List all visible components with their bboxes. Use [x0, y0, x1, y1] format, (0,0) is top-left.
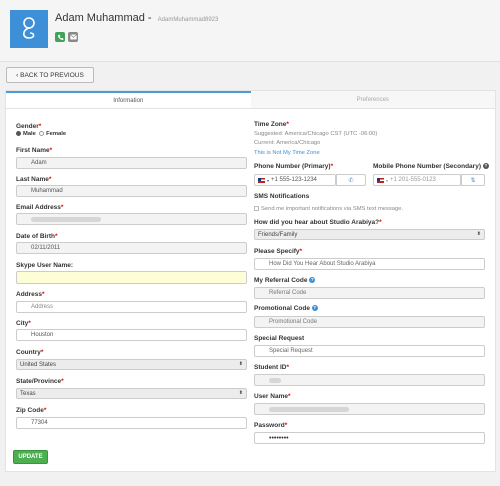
select-arrows-icon: ⬍ [238, 361, 243, 367]
zip-input[interactable]: 77304 [16, 417, 247, 429]
dob-input[interactable]: 02/11/2011 [16, 242, 247, 254]
country-select[interactable]: United States ⬍ [16, 359, 247, 370]
us-flag-icon [258, 177, 265, 183]
first-name-input[interactable]: Adam [16, 157, 247, 169]
country-label: Country* [16, 349, 44, 356]
tab-preferences[interactable]: Preferences [250, 91, 495, 108]
specify-label: Please Specify* [254, 248, 303, 255]
phone-call-button[interactable]: ✆ [336, 174, 366, 186]
phone-mobile-label: Mobile Phone Number (Secondary) ? [373, 163, 489, 170]
not-my-timezone-link[interactable]: This is Not My Time Zone [254, 150, 320, 156]
select-arrows-icon: ⬍ [238, 390, 243, 396]
last-name-label: Last Name* [16, 176, 52, 183]
password-label: Password* [254, 422, 288, 429]
gender-radio-group: Male Female [16, 131, 66, 137]
gender-female-label: Female [46, 131, 67, 138]
select-arrows-icon: ⬍ [476, 231, 481, 237]
skype-input[interactable] [16, 271, 247, 284]
name-separator: - [144, 12, 155, 24]
user-display-name: Adam Muhammad - AdamMuhammad8923 [55, 12, 218, 24]
specify-input[interactable]: How Did You Hear About Studio Arabiya [254, 258, 485, 270]
avatar [10, 10, 48, 48]
info-icon[interactable]: ? [311, 305, 318, 312]
profile-tabs: Information Preferences [6, 91, 495, 109]
timezone-label: Time Zone* [254, 121, 289, 128]
timezone-suggested: Suggested: America/Chicago CST (UTC -06:… [254, 131, 378, 137]
student-id-label: Student ID* [254, 364, 290, 371]
user-id: AdamMuhammad8923 [157, 17, 219, 23]
heard-label: How did you hear about Studio Arabiya?* [254, 219, 382, 226]
special-request-input[interactable]: Special Request [254, 345, 485, 357]
email-icon[interactable] [68, 32, 78, 42]
skype-label: Skype User Name: [16, 262, 74, 269]
gender-label: Gender* [16, 123, 42, 130]
state-select[interactable]: Texas ⬍ [16, 388, 247, 399]
update-button[interactable]: UPDATE [13, 450, 48, 464]
gender-male-label: Male [23, 131, 36, 138]
gender-male-radio[interactable] [16, 131, 21, 136]
address-input[interactable]: Address [16, 301, 247, 313]
username-label: User Name* [254, 393, 291, 400]
city-label: City* [16, 320, 31, 327]
email-label: Email Address* [16, 204, 64, 211]
sms-label: SMS Notifications [254, 193, 310, 200]
phone-icon[interactable] [55, 32, 65, 42]
profile-form-panel: Information Preferences Gender* Male Fem… [5, 90, 496, 472]
referral-label: My Referral Code ? [254, 277, 316, 284]
heard-select[interactable]: Friends/Family ⬍ [254, 229, 485, 240]
email-input[interactable] [16, 213, 247, 225]
city-input[interactable]: Houston [16, 329, 247, 341]
zip-label: Zip Code* [16, 407, 47, 414]
sync-icon: ⇅ [470, 177, 476, 184]
sms-checkbox-row: Send me important notifications via SMS … [254, 206, 403, 212]
sms-checkbox-label: Send me important notifications via SMS … [261, 206, 404, 213]
us-flag-icon [377, 177, 384, 183]
phone-icon: ✆ [348, 177, 354, 184]
referral-input[interactable]: Referral Code [254, 287, 485, 299]
timezone-current: Current: America/Chicago [254, 140, 321, 146]
back-to-previous-button[interactable]: ‹ BACK TO PREVIOUS [6, 67, 94, 83]
mobile-sync-button[interactable]: ⇅ [461, 174, 485, 186]
last-name-input[interactable]: Muhammad [16, 185, 247, 197]
phone-primary-label: Phone Number (Primary)* [254, 163, 334, 170]
phone-mobile-input[interactable]: ▾ +1 201-555-0123 [373, 174, 461, 186]
address-label: Address* [16, 291, 45, 298]
user-name: Adam Muhammad [55, 12, 145, 24]
password-input[interactable]: •••••••• [254, 432, 485, 444]
state-label: State/Province* [16, 378, 64, 385]
promo-label: Promotional Code ? [254, 305, 318, 312]
info-icon[interactable]: ? [309, 277, 316, 284]
special-request-label: Special Request [254, 335, 305, 342]
tab-information[interactable]: Information [6, 91, 251, 108]
phone-primary-input[interactable]: ▾ +1 555-123-1234 [254, 174, 336, 186]
sms-checkbox[interactable] [254, 206, 259, 211]
first-name-label: First Name* [16, 147, 53, 154]
user-placeholder-icon [22, 17, 35, 39]
gender-female-radio[interactable] [39, 131, 45, 136]
help-icon[interactable]: ? [482, 163, 489, 170]
username-input[interactable] [254, 403, 485, 415]
dob-label: Date of Birth* [16, 233, 58, 240]
profile-header: Adam Muhammad - AdamMuhammad8923 [0, 0, 500, 62]
student-id-input[interactable] [254, 374, 485, 386]
promo-input[interactable]: Promotional Code [254, 316, 485, 328]
